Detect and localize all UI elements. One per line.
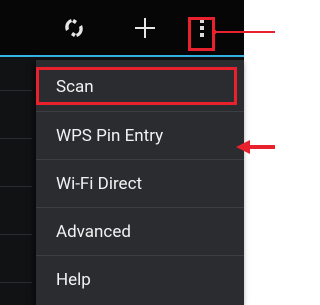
background-divider xyxy=(0,282,32,283)
menu-item-label: Advanced xyxy=(56,221,131,242)
phone-screen: Scan WPS Pin Entry Wi-Fi Direct Advanced… xyxy=(0,0,244,305)
background-divider xyxy=(0,234,32,235)
callout-arrow-icon xyxy=(214,30,275,34)
menu-item-wps-pin-entry[interactable]: WPS Pin Entry xyxy=(36,111,244,159)
callout-arrow-left-icon xyxy=(236,140,275,154)
overflow-highlight-box xyxy=(188,17,215,51)
background-divider xyxy=(0,90,32,91)
scan-highlight-box xyxy=(36,67,237,105)
background-divider xyxy=(0,138,32,139)
background-divider xyxy=(0,186,32,187)
menu-item-advanced[interactable]: Advanced xyxy=(36,207,244,255)
background-list xyxy=(0,57,32,305)
menu-item-help[interactable]: Help xyxy=(36,255,244,303)
plus-icon[interactable] xyxy=(128,0,162,55)
menu-item-label: WPS Pin Entry xyxy=(56,125,164,146)
tutorial-screenshot: Scan WPS Pin Entry Wi-Fi Direct Advanced… xyxy=(0,0,275,305)
plus-icon-glyph xyxy=(135,17,155,38)
menu-item-label: Wi-Fi Direct xyxy=(56,173,143,194)
menu-item-wi-fi-direct[interactable]: Wi-Fi Direct xyxy=(36,159,244,207)
menu-item-label: Help xyxy=(56,269,91,290)
wps-icon-glyph xyxy=(65,18,83,37)
wps-icon[interactable] xyxy=(57,0,91,55)
